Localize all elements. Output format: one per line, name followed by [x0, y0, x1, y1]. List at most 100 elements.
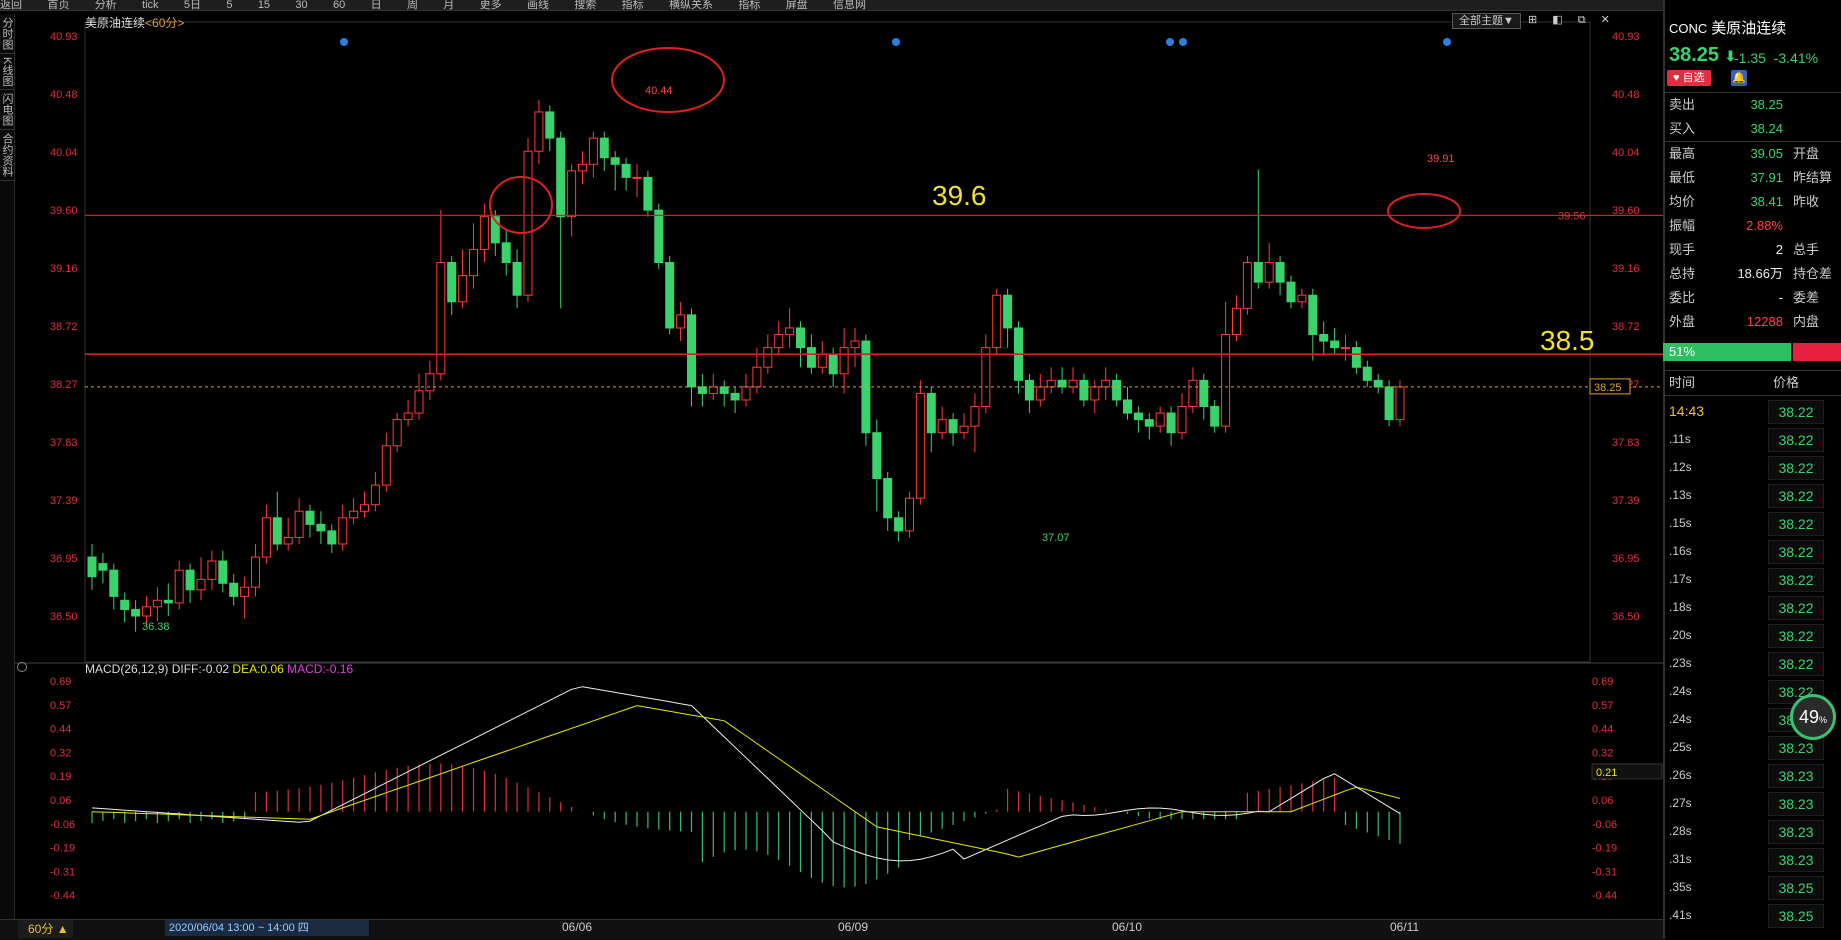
change-percent: -3.41%	[1773, 50, 1819, 66]
candle	[708, 386, 718, 394]
candle	[370, 484, 380, 506]
tick-price: 38.22	[1768, 568, 1824, 592]
event-dot	[1166, 38, 1174, 46]
tick-list[interactable]: 14:43 38.22.11s 38.22.12s 38.22.13s 38.22.15…	[1663, 398, 1841, 930]
tick-price: 38.22	[1768, 596, 1824, 620]
candle	[1232, 307, 1241, 336]
quote-row-value: -	[1778, 290, 1783, 305]
candle	[697, 386, 707, 394]
candle	[152, 599, 162, 608]
tick-time: .41s	[1669, 908, 1692, 922]
speed-gauge[interactable]: 49%	[1790, 694, 1836, 740]
period-selector[interactable]: 60分 ▲	[18, 920, 73, 938]
candle	[196, 578, 206, 591]
candle	[872, 432, 882, 480]
kline-chart[interactable]: 40.93 40.93 40.48 40.48 40.04 40.04 39.60 39.6 0…	[0, 0, 1663, 919]
macd-settings-icon[interactable]	[17, 662, 27, 672]
tick-row: .23s 38.22	[1663, 650, 1841, 678]
candle	[806, 347, 816, 368]
candle	[1373, 379, 1383, 388]
candle	[534, 111, 544, 152]
last-price: 38.25 ⬇	[1669, 44, 1736, 67]
contract-name: 美原油连续	[85, 16, 146, 30]
tick-price: 38.22	[1768, 428, 1824, 452]
candle	[828, 353, 838, 375]
candle	[676, 314, 686, 329]
add-watchlist-button[interactable]: ♥ 自选	[1667, 70, 1711, 86]
candle	[981, 347, 991, 408]
tick-row: .27s 38.23	[1663, 790, 1841, 818]
y-tick-label-right: 37.39	[1612, 495, 1640, 507]
highlight-circle	[489, 176, 553, 234]
tick-time: .18s	[1669, 600, 1692, 614]
macd-tick-left: 0.32	[50, 747, 71, 759]
y-tick-label-right: 36.95	[1612, 553, 1640, 565]
y-tick-label-right: 37.83	[1612, 437, 1640, 449]
tick-price: 38.22	[1768, 484, 1824, 508]
y-tick-label-left: 39.16	[50, 263, 78, 275]
tick-price: 38.23	[1768, 792, 1824, 816]
candle	[665, 262, 675, 329]
main-plot-frame	[84, 21, 1591, 663]
candle	[567, 170, 577, 218]
tick-time: .27s	[1669, 796, 1692, 810]
right-high-label: 39.91	[1427, 153, 1455, 165]
first-low-label: 36.38	[142, 621, 170, 633]
candle	[817, 353, 827, 368]
event-dot	[1443, 38, 1451, 46]
candle	[501, 242, 511, 264]
candle	[316, 523, 326, 532]
quote-row-value: 38.41	[1750, 194, 1783, 209]
date-label: 06/06	[562, 920, 593, 934]
quote-row-value: 37.91	[1750, 170, 1783, 185]
candle	[447, 262, 457, 303]
y-tick-label-left: 36.95	[50, 553, 78, 565]
period-tag[interactable]: <60分>	[145, 16, 184, 30]
candle	[1199, 379, 1209, 408]
macd-tick-right: 0.06	[1592, 795, 1613, 807]
tick-price: 38.23	[1768, 764, 1824, 788]
tick-price: 38.25	[1768, 876, 1824, 900]
macd-tick-left: 0.19	[50, 771, 71, 783]
macd-tick-left: 0.69	[50, 676, 71, 688]
candle	[305, 510, 315, 525]
buy-sell-ratio-bar: 51%	[1663, 343, 1841, 361]
tick-price: 38.23	[1768, 848, 1824, 872]
quote-row-right-label: 开盘	[1793, 146, 1820, 161]
tick-row: .26s 38.23	[1663, 762, 1841, 790]
quote-table: 卖出 38.25 买入 38.24 最高 39.05 开盘 最低 37.91 昨结算 均价 38.41…	[1663, 92, 1841, 334]
candle	[251, 556, 260, 588]
tick-price: 38.22	[1768, 512, 1824, 536]
tick-time: .20s	[1669, 628, 1692, 642]
candle	[109, 569, 119, 597]
tick-row: .18s 38.22	[1663, 594, 1841, 622]
quote-row-value: 12288	[1746, 314, 1783, 329]
candle	[98, 563, 108, 571]
candle	[469, 248, 478, 277]
theme-dropdown[interactable]: 全部主题▼	[1452, 13, 1521, 29]
candle	[1264, 262, 1274, 283]
quote-row: 振幅 2.88%	[1663, 214, 1841, 238]
quote-row: 均价 38.41 昨收	[1663, 190, 1841, 214]
contract-name-right: 美原油连续	[1711, 20, 1787, 37]
bell-icon[interactable]: 🔔	[1731, 70, 1747, 86]
quote-row-right-label: 持仓差	[1793, 266, 1833, 281]
tick-price: 38.25	[1768, 904, 1824, 928]
candle	[283, 536, 293, 545]
quote-row-label: 外盘	[1669, 314, 1696, 329]
macd-diff: DIFF:-0.02	[171, 662, 230, 676]
tick-row: .16s 38.22	[1663, 538, 1841, 566]
event-dot	[892, 38, 900, 46]
quote-row-right-label: 昨结算	[1793, 170, 1833, 185]
window-controls[interactable]: ⊞ ◧ ⧉ ✕	[1528, 13, 1616, 27]
event-dot	[1179, 38, 1187, 46]
candle	[1319, 334, 1329, 342]
candle	[719, 386, 729, 394]
candle	[523, 150, 533, 296]
y-tick-label-right: 40.93	[1612, 31, 1640, 43]
quote-row-label: 买入	[1669, 121, 1696, 136]
y-tick-label-left: 40.04	[50, 147, 78, 159]
tick-row: .13s 38.22	[1663, 482, 1841, 510]
y-tick-label-right: 40.48	[1612, 89, 1640, 101]
macd-tick-left: 0.57	[50, 700, 71, 712]
